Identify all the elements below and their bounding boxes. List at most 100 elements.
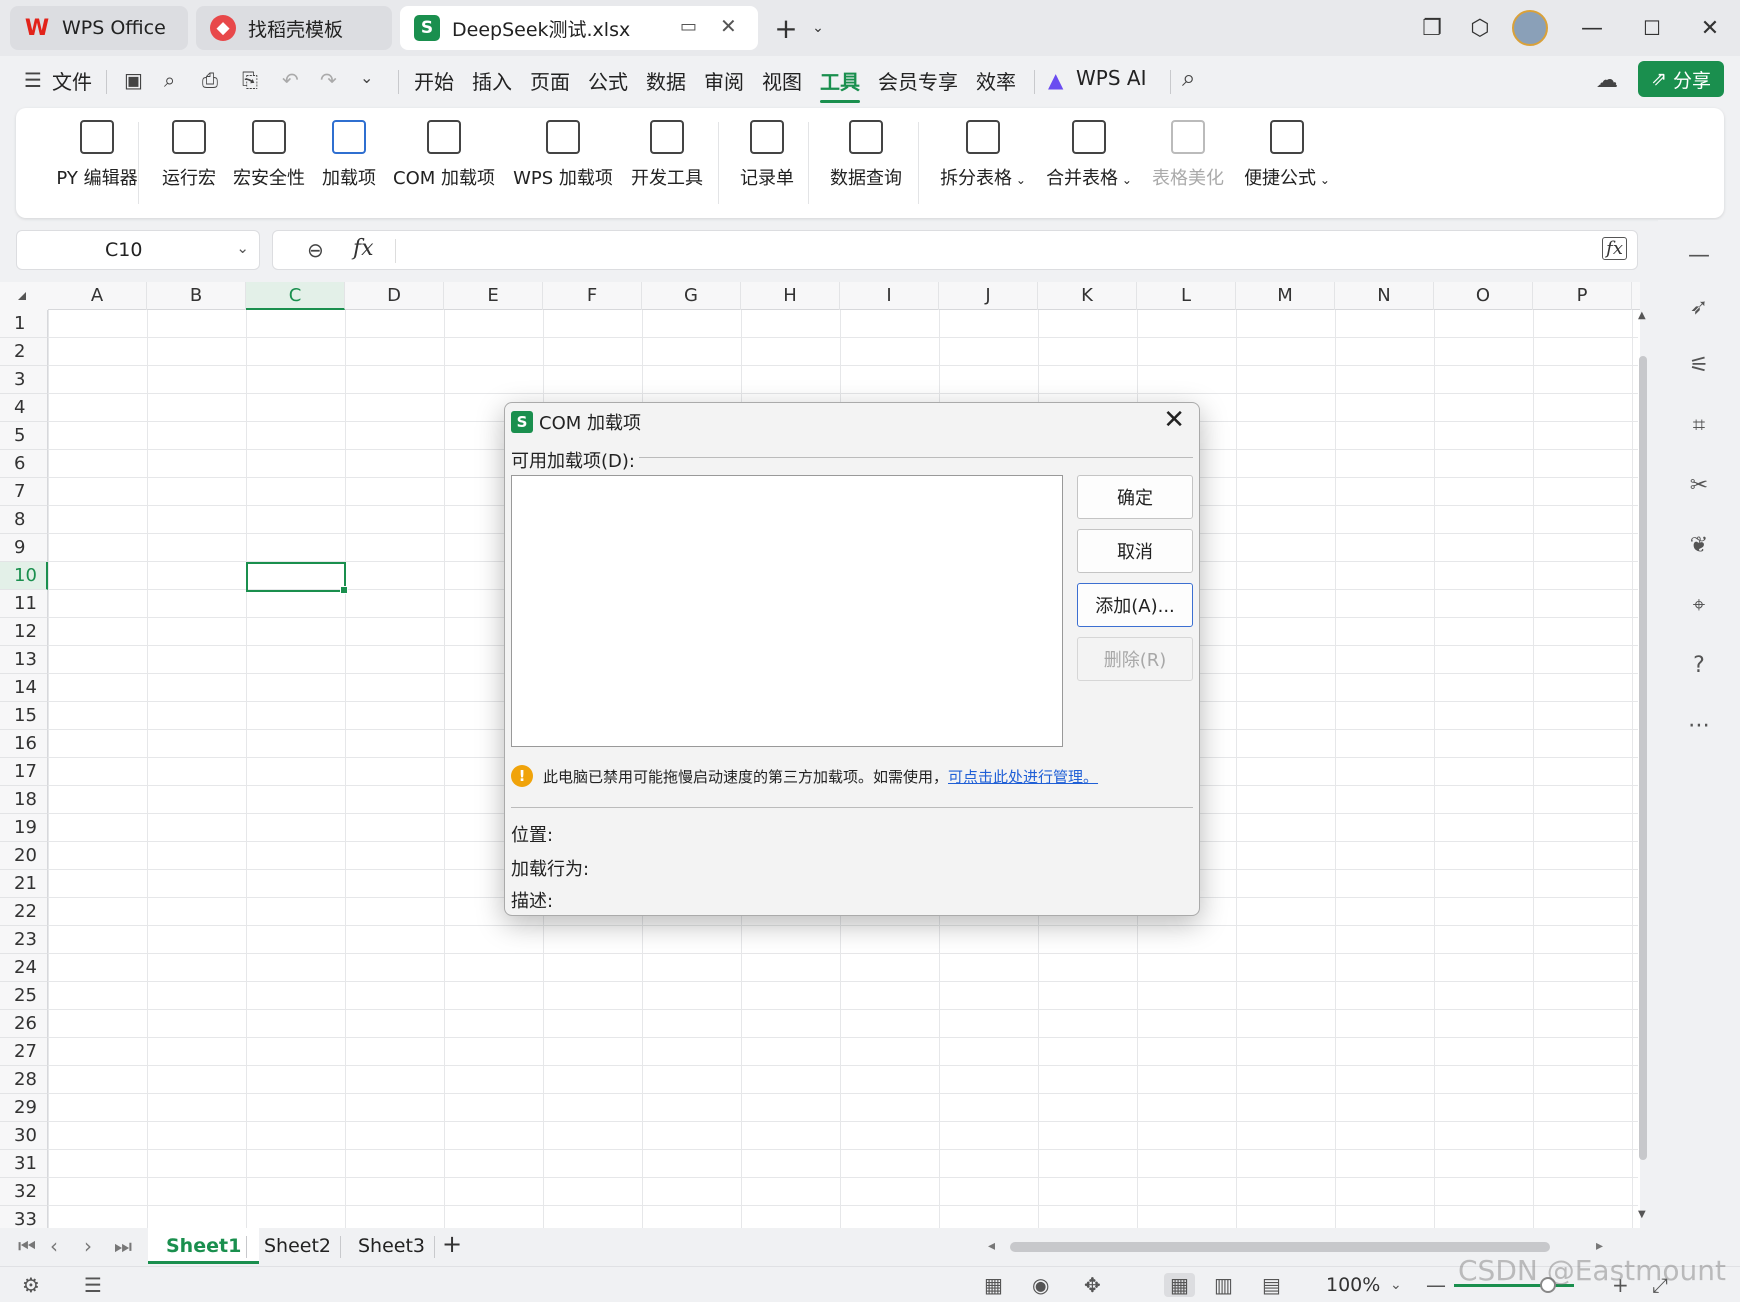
row-header[interactable]: 29 — [0, 1094, 48, 1122]
ribbon-table-beautify[interactable]: 表格美化 — [1146, 120, 1230, 190]
row-header[interactable]: 22 — [0, 898, 48, 926]
sheet-tab-sheet1[interactable]: Sheet1 — [148, 1228, 260, 1264]
pointer-icon[interactable]: ➶ — [1684, 292, 1714, 322]
cancel-button[interactable]: 取消 — [1077, 529, 1193, 573]
row-header[interactable]: 21 — [0, 870, 48, 898]
column-header[interactable]: K — [1038, 282, 1137, 310]
formula-bar[interactable]: ⊖ fx fx — [272, 230, 1638, 270]
active-cell-c10[interactable] — [246, 562, 348, 594]
column-header[interactable]: M — [1236, 282, 1335, 310]
search-icon[interactable]: ⌕ — [1182, 64, 1195, 92]
row-header[interactable]: 12 — [0, 618, 48, 646]
cloud-upload-icon[interactable]: ☁ — [1596, 68, 1618, 93]
collapse-icon[interactable]: — — [1684, 240, 1714, 270]
print-preview-icon[interactable]: ⎘ — [242, 68, 258, 92]
column-header[interactable]: E — [444, 282, 543, 310]
close-window-icon[interactable]: ✕ — [1692, 10, 1728, 46]
table-settings-icon[interactable]: ▦ — [984, 1273, 1003, 1297]
normal-view-icon[interactable]: ▦ — [1164, 1273, 1195, 1297]
row-header[interactable]: 16 — [0, 730, 48, 758]
ribbon-split-table[interactable]: 拆分表格 ⌄ — [936, 120, 1030, 190]
column-header[interactable]: G — [642, 282, 741, 310]
ribbon-com-addins[interactable]: COM 加载项 — [388, 120, 500, 190]
undo-icon[interactable]: ↶ — [282, 68, 299, 92]
menu-formula[interactable]: 公式 — [588, 66, 628, 95]
row-header[interactable]: 2 — [0, 338, 48, 366]
vertical-scrollbar[interactable]: ▲ ▼ — [1636, 310, 1650, 1220]
row-header[interactable]: 23 — [0, 926, 48, 954]
scroll-left-icon[interactable]: ◂ — [988, 1238, 995, 1254]
scroll-thumb[interactable] — [1639, 356, 1647, 1160]
row-header[interactable]: 26 — [0, 1010, 48, 1038]
row-header[interactable]: 5 — [0, 422, 48, 450]
eye-icon[interactable]: ◉ — [1032, 1273, 1049, 1297]
ribbon-addins[interactable]: 加载项 — [316, 120, 382, 190]
menu-data[interactable]: 数据 — [646, 66, 686, 95]
ribbon-macro-security[interactable]: 宏安全性 — [228, 120, 310, 190]
zoom-level[interactable]: 100% — [1326, 1274, 1380, 1296]
row-header[interactable]: 11 — [0, 590, 48, 618]
menu-view[interactable]: 视图 — [762, 66, 802, 95]
scroll-down-icon[interactable]: ▼ — [1638, 1209, 1646, 1220]
row-header[interactable]: 8 — [0, 506, 48, 534]
share-button[interactable]: ⇗ 分享 — [1638, 61, 1724, 97]
column-header[interactable]: N — [1335, 282, 1434, 310]
insert-function-icon[interactable]: fx — [353, 236, 374, 261]
sheet-tab-sheet3[interactable]: Sheet3 — [340, 1228, 443, 1264]
row-header[interactable]: 10 — [0, 562, 48, 590]
row-header[interactable]: 19 — [0, 814, 48, 842]
tab-wps-office[interactable]: W WPS Office — [10, 6, 188, 50]
row-header[interactable]: 24 — [0, 954, 48, 982]
horizontal-scrollbar[interactable] — [1010, 1242, 1550, 1252]
row-header[interactable]: 33 — [0, 1206, 48, 1228]
page-layout-icon[interactable]: ▥ — [1214, 1273, 1233, 1297]
sliders-icon[interactable]: ⚟ — [1684, 350, 1714, 380]
row-header[interactable]: 6 — [0, 450, 48, 478]
row-header[interactable]: 20 — [0, 842, 48, 870]
column-header[interactable]: O — [1434, 282, 1533, 310]
save-icon[interactable]: ▣ — [124, 68, 143, 92]
ribbon-data-query[interactable]: 数据查询 — [824, 120, 908, 190]
maximize-icon[interactable]: ☐ — [1634, 10, 1670, 46]
hamburger-icon[interactable]: ☰ — [24, 68, 42, 92]
row-header[interactable]: 18 — [0, 786, 48, 814]
menu-home[interactable]: 开始 — [414, 66, 454, 95]
add-button[interactable]: 添加(A)... — [1077, 583, 1193, 627]
redo-icon[interactable]: ↷ — [320, 68, 337, 92]
row-header[interactable]: 4 — [0, 394, 48, 422]
menu-membership[interactable]: 会员专享 — [878, 66, 958, 95]
column-header[interactable]: B — [147, 282, 246, 310]
row-header[interactable]: 9 — [0, 534, 48, 562]
freeze-icon[interactable]: ✥ — [1084, 1273, 1101, 1297]
menu-review[interactable]: 审阅 — [704, 66, 744, 95]
row-header[interactable]: 14 — [0, 674, 48, 702]
chevron-down-icon[interactable]: ⌄ — [800, 10, 836, 46]
manage-addins-link[interactable]: 可点击此处进行管理。 — [948, 766, 1098, 787]
row-header[interactable]: 1 — [0, 310, 48, 338]
column-header[interactable]: I — [840, 282, 939, 310]
chevron-down-icon[interactable]: ⌄ — [236, 239, 249, 257]
column-header[interactable]: F — [543, 282, 642, 310]
first-sheet-icon[interactable]: ⏮ — [18, 1234, 36, 1258]
menu-insert[interactable]: 插入 — [472, 66, 512, 95]
row-header[interactable]: 27 — [0, 1038, 48, 1066]
new-tab-icon[interactable]: + — [768, 10, 804, 46]
add-sheet-button[interactable]: + — [442, 1230, 462, 1258]
map-icon[interactable]: ⌖ — [1684, 590, 1714, 620]
column-header[interactable]: P — [1533, 282, 1632, 310]
sheet-tab-sheet2[interactable]: Sheet2 — [246, 1228, 349, 1264]
ribbon-quick-formula[interactable]: 便捷公式 ⌄ — [1240, 120, 1334, 190]
row-header[interactable]: 32 — [0, 1178, 48, 1206]
column-header[interactable]: A — [48, 282, 147, 310]
menu-tools[interactable]: 工具 — [820, 66, 860, 103]
ribbon-run-macro[interactable]: 运行宏 — [156, 120, 222, 190]
wps-ai-icon[interactable]: ▲ — [1048, 68, 1063, 92]
next-sheet-icon[interactable]: › — [84, 1234, 92, 1258]
minimize-icon[interactable]: — — [1574, 10, 1610, 46]
zoom-dropdown-icon[interactable]: ⌄ — [1390, 1277, 1402, 1293]
zoom-formula-icon[interactable]: ⊖ — [307, 238, 324, 262]
column-header[interactable]: L — [1137, 282, 1236, 310]
remove-button[interactable]: 删除(R) — [1077, 637, 1193, 681]
column-header[interactable]: J — [939, 282, 1038, 310]
ribbon-record-form[interactable]: 记录单 — [734, 120, 800, 190]
